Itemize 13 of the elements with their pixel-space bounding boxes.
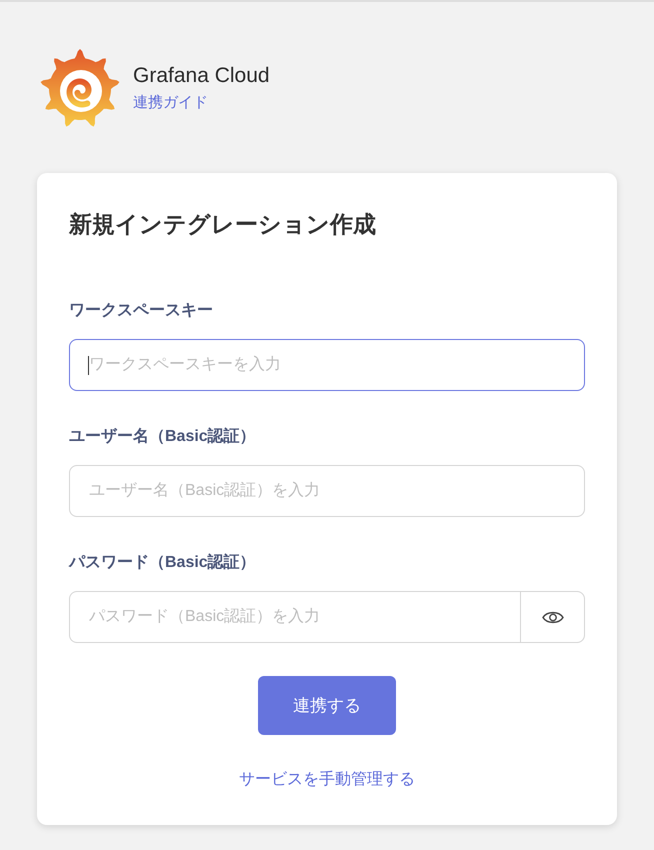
- field-label: ワークスペースキー: [69, 301, 213, 321]
- app-title: Grafana Cloud: [133, 63, 270, 89]
- eye-icon: [542, 610, 564, 624]
- text-input-field[interactable]: ワークスペースキーを入力: [69, 339, 585, 391]
- password-field[interactable]: パスワード（Basic認証）を入力: [69, 591, 520, 643]
- connect-button[interactable]: 連携する: [258, 676, 396, 735]
- guide-link[interactable]: 連携ガイド: [133, 93, 208, 113]
- field-label: パスワード（Basic認証）: [69, 552, 256, 573]
- manual-manage-link[interactable]: サービスを手動管理する: [239, 769, 415, 791]
- form-title: 新規インテグレーション作成: [69, 210, 376, 239]
- field-label: ユーザー名（Basic認証）: [69, 426, 256, 447]
- show-password-button[interactable]: [520, 591, 585, 643]
- text-cursor-icon: [88, 356, 89, 375]
